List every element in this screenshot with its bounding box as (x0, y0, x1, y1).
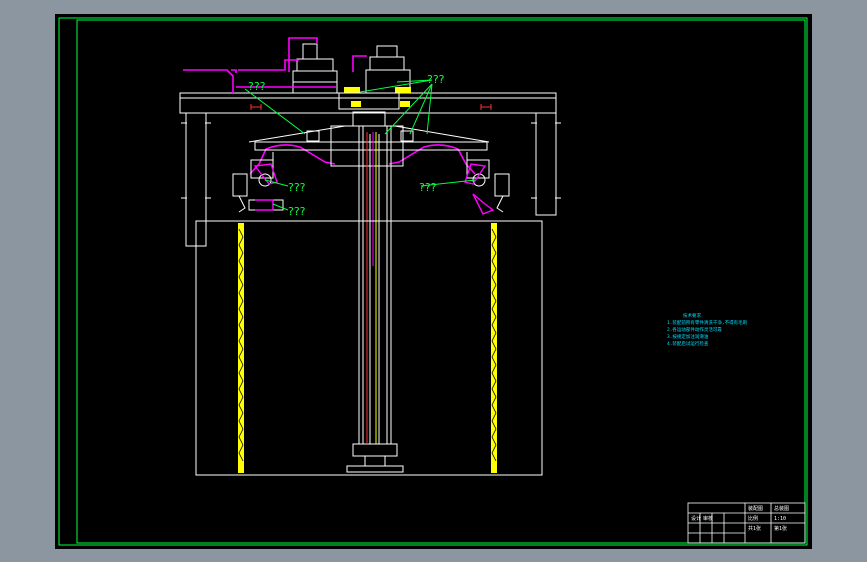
highlight-parts (344, 87, 411, 107)
right-welding-head (466, 159, 510, 213)
notes-line-3: 3.按规定加注润滑油 (667, 333, 709, 340)
left-welding-head (232, 159, 284, 213)
callout-mid-left: ??? (288, 181, 306, 194)
cad-drawing: ??? ??? ??? ??? ??? 技术要求 1.装配前所有零件清洗干净,不… (58, 17, 808, 546)
title-cell-8: 第1张 (774, 525, 787, 532)
notes-title: 技术要求 (683, 312, 701, 319)
outer-frame (58, 17, 808, 546)
title-cell-1: 装配图 (748, 505, 763, 512)
title-cell-4: 审核 (703, 515, 713, 522)
title-cell-5: 比例 (748, 515, 758, 522)
center-column (346, 125, 404, 473)
drawing-sheet: ??? ??? ??? ??? ??? 技术要求 1.装配前所有零件清洗干净,不… (55, 14, 812, 549)
callout-mid-right: ??? (419, 181, 437, 194)
column-lines (366, 132, 377, 444)
callout-top-left: ??? (248, 80, 266, 93)
technical-notes: 技术要求 1.装配前所有零件清洗干净,不得有毛刺 2.各运动部件动作灵活可靠 3… (667, 312, 748, 347)
title-cell-7: 共1张 (748, 525, 761, 532)
tank-body (195, 220, 543, 476)
callout-top-right: ??? (427, 73, 445, 86)
left-welding-torch (253, 163, 278, 211)
callout-low-left: ??? (288, 205, 306, 218)
title-cell-3: 设计 (691, 515, 701, 522)
notes-line-1: 1.装配前所有零件清洗干净,不得有毛刺 (667, 319, 748, 326)
left-motor (292, 43, 338, 94)
right-motor (365, 45, 411, 94)
title-cell-6: 1:10 (774, 516, 786, 522)
title-cell-2: 总装图 (774, 505, 789, 512)
gantry-arm (248, 92, 490, 167)
notes-line-2: 2.各运动部件动作灵活可靠 (667, 326, 722, 333)
title-block-text: 装配图 总装图 设计 审核 比例 1:10 共1张 第1张 (691, 505, 789, 532)
pneumatic-pipes (183, 37, 476, 175)
notes-line-4: 4.装配后试运行检查 (667, 340, 709, 347)
